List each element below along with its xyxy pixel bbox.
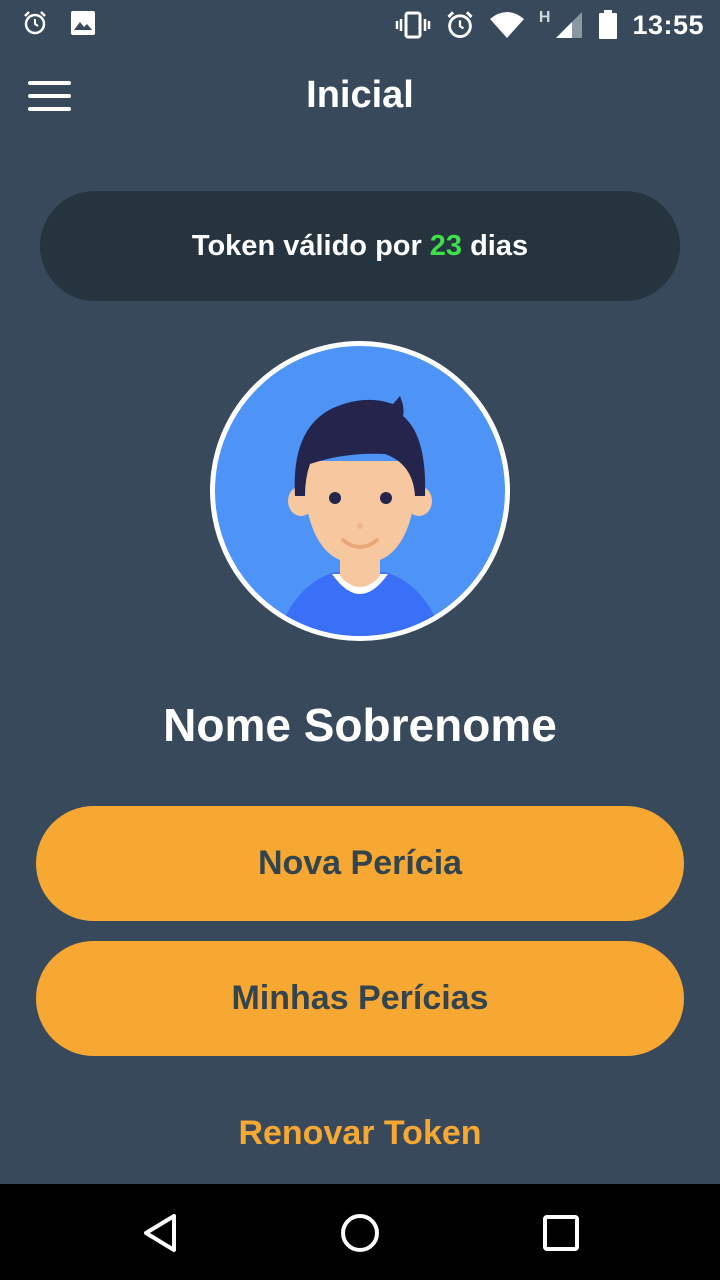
- image-icon: [70, 10, 96, 36]
- token-days-count: 23: [429, 229, 463, 262]
- vibrate-icon: [395, 11, 431, 39]
- home-icon[interactable]: [339, 1212, 381, 1254]
- page-title: Inicial: [306, 74, 414, 116]
- token-suffix-text: dias: [470, 229, 529, 262]
- token-prefix-text: Token válido por: [191, 229, 422, 262]
- status-bar: H 13:55: [0, 0, 720, 50]
- signal-icon: [554, 10, 584, 40]
- renovar-token-link[interactable]: Renovar Token: [0, 1114, 720, 1153]
- battery-icon: [598, 10, 618, 40]
- status-bar-left: [22, 10, 96, 36]
- user-avatar-icon: [210, 341, 510, 641]
- navigation-bar: [0, 1184, 720, 1280]
- network-type-label: H: [538, 9, 551, 26]
- token-status-banner: Token válido por 23 dias: [40, 191, 680, 301]
- nova-pericia-button[interactable]: Nova Perícia: [36, 806, 684, 921]
- recents-icon[interactable]: [540, 1212, 582, 1254]
- alarm-icon: [22, 10, 48, 36]
- back-icon[interactable]: [140, 1212, 182, 1254]
- user-name: Nome Sobrenome: [163, 699, 557, 751]
- minhas-pericias-button[interactable]: Minhas Perícias: [36, 941, 684, 1056]
- alarm-icon: [445, 10, 475, 40]
- screen: H 13:55 Inicial Token válido por 23 dias…: [0, 0, 720, 1280]
- status-time: 13:55: [632, 9, 704, 40]
- wifi-icon: [489, 11, 525, 39]
- status-bar-right: H 13:55: [395, 8, 704, 42]
- app-bar: Inicial: [0, 50, 720, 150]
